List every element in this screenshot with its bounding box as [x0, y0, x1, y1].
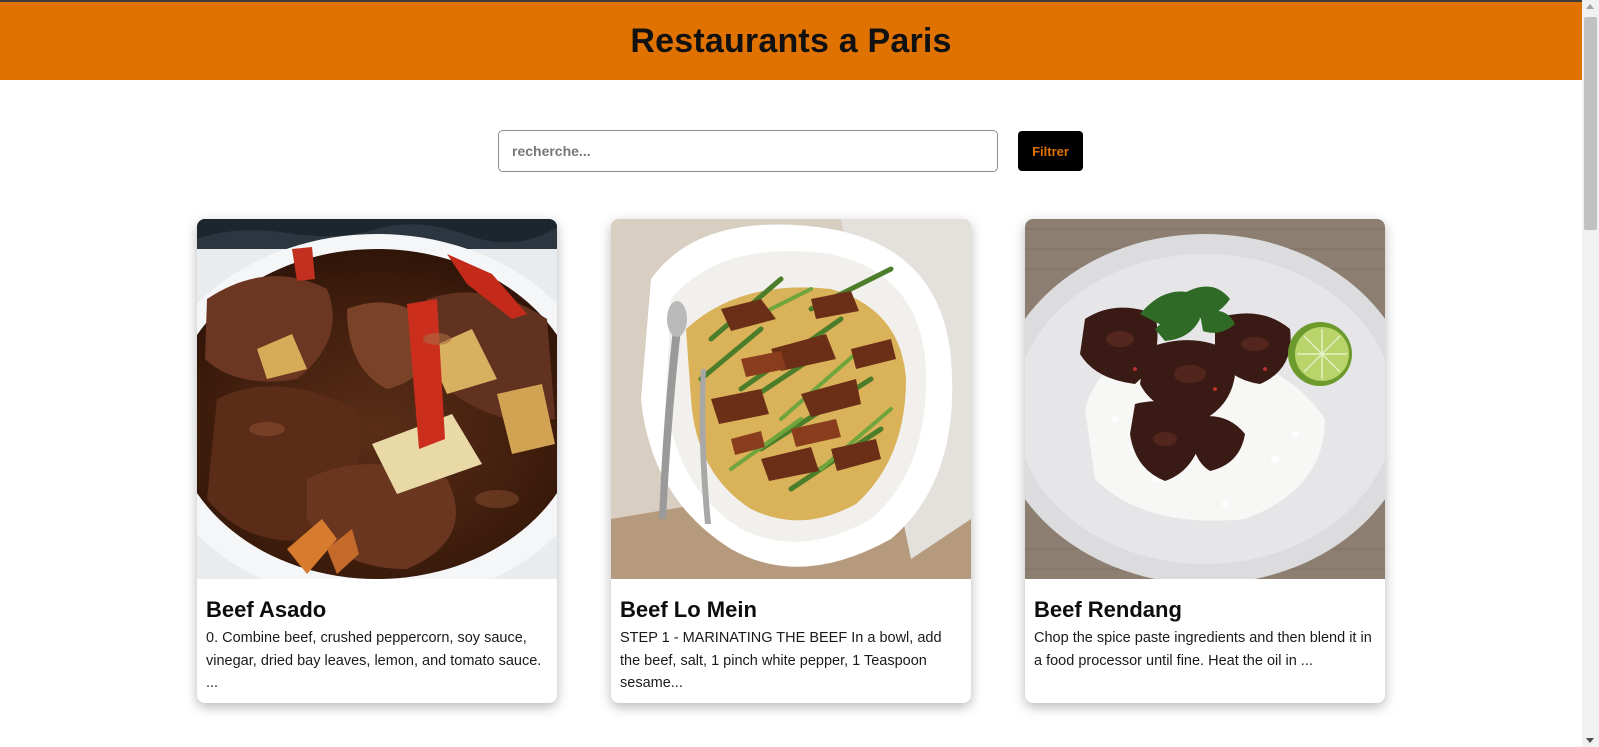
recipe-title[interactable]: Beef Lo Mein [620, 597, 962, 623]
recipe-description: STEP 1 - MARINATING THE BEEF In a bowl, … [620, 630, 942, 691]
recipe-title[interactable]: Beef Rendang [1034, 597, 1376, 623]
scrollbar-thumb[interactable] [1584, 17, 1597, 230]
search-input[interactable] [498, 130, 998, 172]
beef-rendang-photo [1025, 219, 1385, 579]
recipe-card-beef-rendang[interactable]: Beef Rendang Chop the spice paste ingred… [1025, 219, 1385, 703]
vertical-scrollbar[interactable] [1582, 0, 1599, 747]
recipe-description: 0. Combine beef, crushed peppercorn, soy… [206, 630, 542, 691]
search-bar: Filtrer [0, 130, 1582, 172]
beef-asado-photo [197, 219, 557, 579]
page-header: Restaurants a Paris [0, 2, 1582, 80]
scroll-down-arrow-icon[interactable] [1586, 738, 1594, 743]
beef-lo-mein-photo [611, 219, 971, 579]
recipe-title[interactable]: Beef Asado [206, 597, 548, 623]
filter-button[interactable]: Filtrer [1018, 131, 1083, 171]
page-title: Restaurants a Paris [630, 21, 952, 60]
recipe-card-beef-lo-mein[interactable]: Beef Lo Mein STEP 1 - MARINATING THE BEE… [611, 219, 971, 703]
scroll-up-arrow-icon[interactable] [1586, 4, 1594, 9]
recipe-description: Chop the spice paste ingredients and the… [1034, 630, 1372, 669]
recipe-card-beef-asado[interactable]: Beef Asado 0. Combine beef, crushed pepp… [197, 219, 557, 703]
